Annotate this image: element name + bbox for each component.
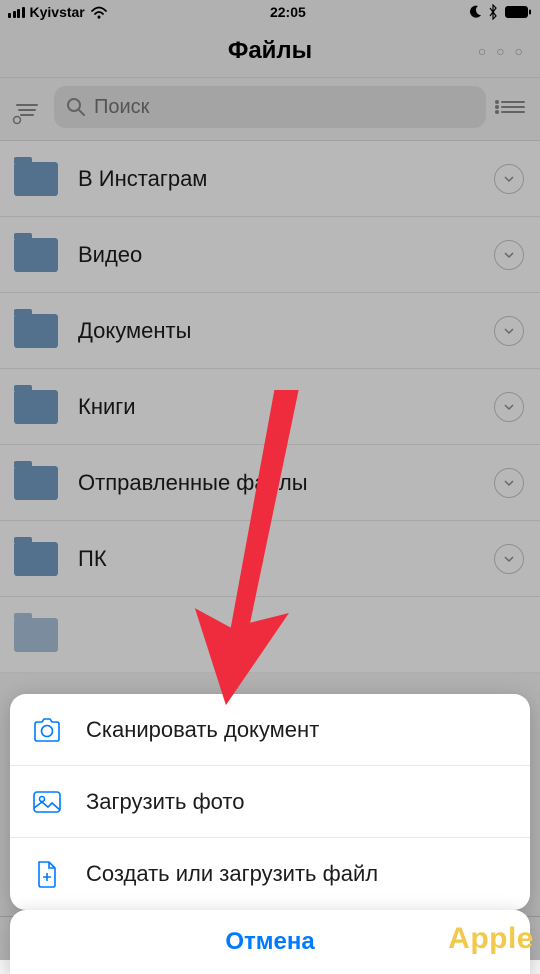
cancel-button[interactable]: Отмена (10, 910, 530, 974)
action-label: Сканировать документ (86, 717, 319, 743)
image-icon (32, 789, 62, 815)
action-create-upload[interactable]: Создать или загрузить файл (10, 838, 530, 910)
action-sheet: Сканировать документ Загрузить фото Созд… (10, 694, 530, 910)
camera-icon (32, 717, 62, 743)
action-scan[interactable]: Сканировать документ (10, 694, 530, 766)
action-label: Загрузить фото (86, 789, 244, 815)
action-label: Создать или загрузить файл (86, 861, 378, 887)
file-plus-icon (32, 861, 62, 887)
action-upload-photo[interactable]: Загрузить фото (10, 766, 530, 838)
